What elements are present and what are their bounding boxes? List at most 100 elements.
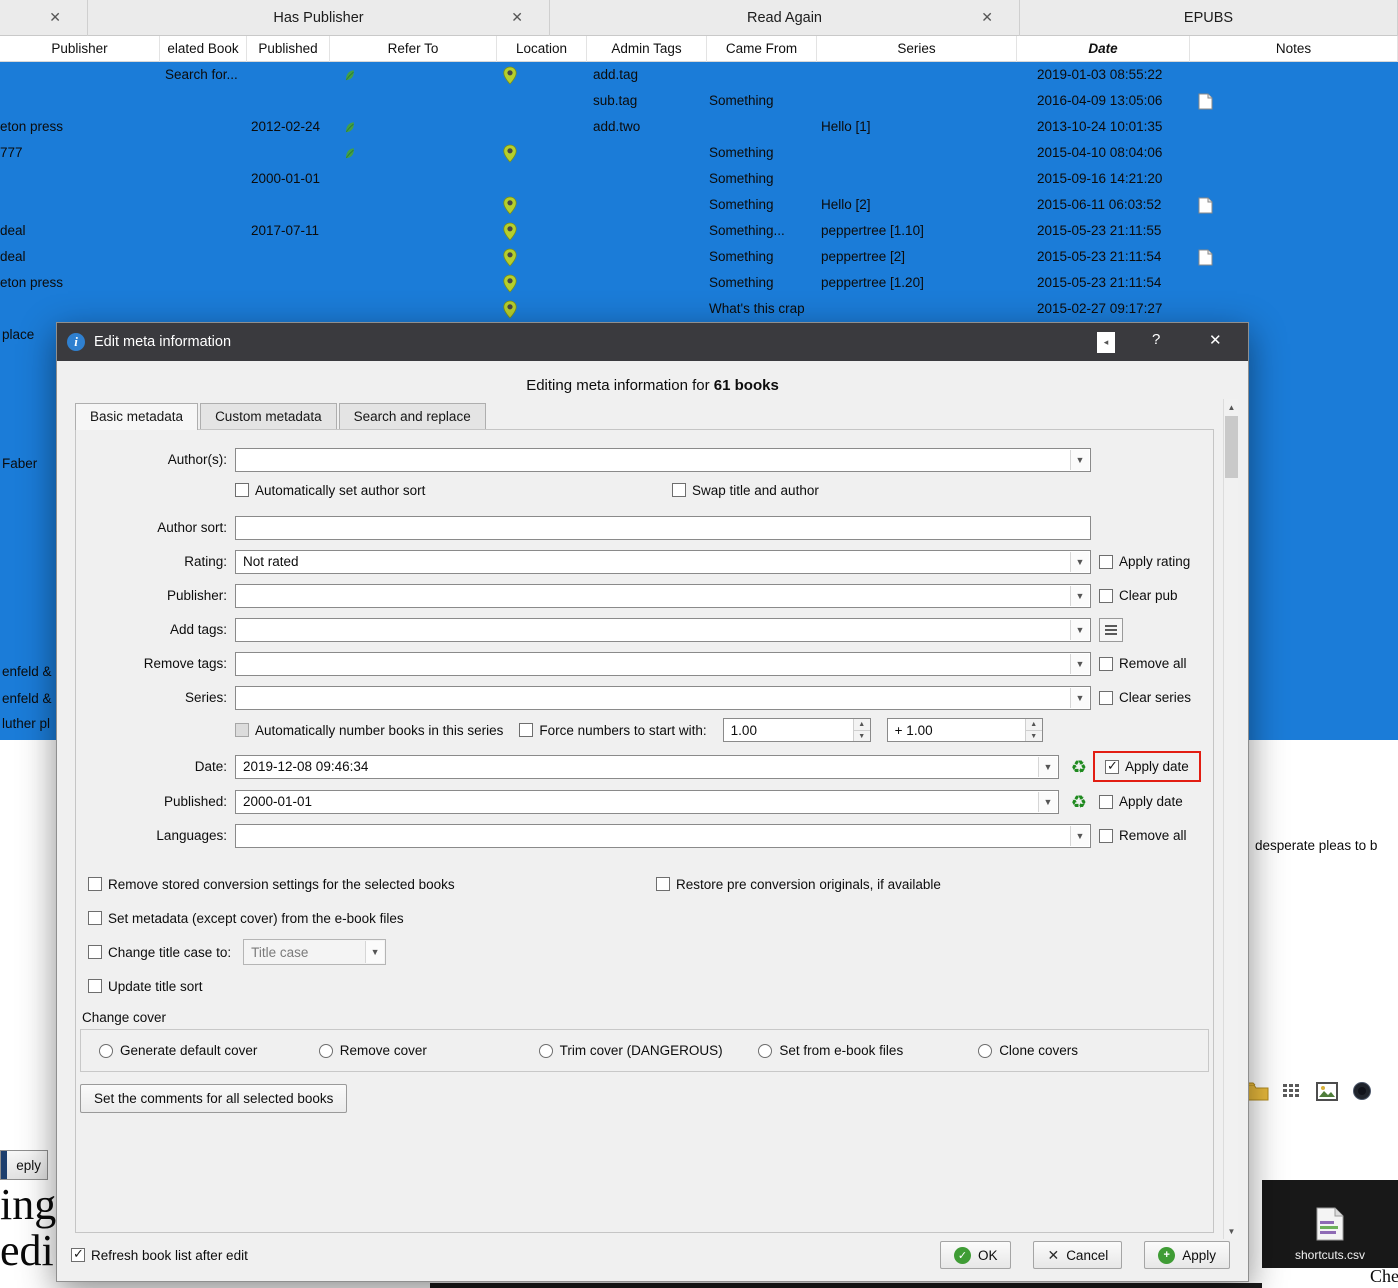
generate-default-cover-radio[interactable]: Generate default cover — [99, 1043, 319, 1058]
cancel-button[interactable]: ✕ Cancel — [1033, 1241, 1123, 1269]
change-cover-group: Generate default cover Remove cover Trim… — [80, 1029, 1209, 1072]
tab-basic-metadata[interactable]: Basic metadata — [75, 403, 199, 430]
table-row[interactable]: sub.tag Something 2016-04-09 13:05:06 — [0, 88, 1398, 114]
add-tags-combo[interactable]: ▼ — [235, 617, 1091, 642]
cell-related — [160, 166, 247, 192]
chevron-down-icon[interactable]: ▼ — [1070, 653, 1089, 674]
picture-icon[interactable] — [1314, 1078, 1340, 1104]
authors-combo[interactable]: ▼ — [235, 447, 1091, 472]
column-header-notes[interactable]: Notes — [1190, 36, 1398, 62]
scroll-up-icon[interactable]: ▲ — [1224, 399, 1239, 415]
remove-tags-combo[interactable]: ▼ — [235, 651, 1091, 676]
series-increment-spinbox[interactable]: + 1.00 ▲ ▼ — [886, 718, 1043, 743]
remove-all-languages-checkbox[interactable]: Remove all — [1099, 828, 1187, 843]
publisher-combo[interactable]: ▼ — [235, 583, 1091, 608]
series-start-spinbox[interactable]: 1.00 ▲ ▼ — [722, 718, 871, 743]
auto-number-checkbox[interactable]: Automatically number books in this serie… — [235, 723, 503, 738]
reset-published-button[interactable]: ♻ — [1067, 790, 1091, 814]
chevron-down-icon[interactable]: ▼ — [1070, 687, 1089, 708]
spin-up-icon[interactable]: ▲ — [853, 719, 870, 731]
record-circle-icon[interactable] — [1349, 1078, 1375, 1104]
rating-combo[interactable]: Not rated ▼ — [235, 549, 1091, 574]
tab-custom-metadata[interactable]: Custom metadata — [200, 403, 337, 429]
table-row[interactable]: deal Something peppertree [2] 2015-05-23 21… — [0, 244, 1398, 270]
author-sort-input[interactable] — [235, 515, 1091, 540]
remove-all-tags-checkbox[interactable]: Remove all — [1099, 656, 1187, 671]
chevron-down-icon[interactable]: ▼ — [1038, 756, 1057, 777]
date-combo[interactable]: 2019-12-08 09:46:34 ▼ — [235, 754, 1059, 779]
spin-arrows[interactable]: ▲ ▼ — [852, 719, 870, 742]
spin-down-icon[interactable]: ▼ — [853, 730, 870, 742]
trim-cover-radio[interactable]: Trim cover (DANGEROUS) — [538, 1043, 759, 1058]
clear-pub-checkbox[interactable]: Clear pub — [1099, 588, 1178, 603]
close-icon[interactable]: ✕ — [1209, 331, 1222, 349]
reset-date-button[interactable]: ♻ — [1067, 755, 1091, 779]
column-header-publisher[interactable]: Publisher — [0, 36, 160, 62]
series-combo[interactable]: ▼ — [235, 685, 1091, 710]
apply-button[interactable]: + Apply — [1144, 1241, 1230, 1269]
chevron-down-icon[interactable]: ▼ — [1070, 551, 1089, 572]
table-row[interactable]: Something Hello [2] 2015-06-11 06:03:52 — [0, 192, 1398, 218]
chevron-down-icon[interactable]: ▼ — [365, 941, 385, 963]
column-header-elated-book[interactable]: elated Book — [160, 36, 247, 62]
spin-arrows[interactable]: ▲ ▼ — [1024, 719, 1042, 742]
csv-file-icon[interactable] — [1315, 1207, 1345, 1244]
table-row[interactable]: eton press 2012-02-24 add.two Hello [1] 2013… — [0, 114, 1398, 140]
apply-rating-checkbox[interactable]: Apply rating — [1099, 554, 1190, 569]
tab-search-and-replace[interactable]: Search and replace — [338, 403, 486, 429]
column-header-series[interactable]: Series — [817, 36, 1017, 62]
close-icon[interactable]: ✕ — [511, 9, 523, 26]
close-icon[interactable]: ✕ — [49, 9, 61, 26]
spin-up-icon[interactable]: ▲ — [1025, 719, 1042, 731]
dialog-scrollbar[interactable]: ▲ ▼ — [1223, 399, 1238, 1239]
table-row[interactable]: 2000-01-01 Something 2015-09-16 14:21:20 — [0, 166, 1398, 192]
chevron-down-icon[interactable]: ▼ — [1070, 585, 1089, 606]
clear-series-checkbox[interactable]: Clear series — [1099, 690, 1191, 705]
change-title-case-checkbox[interactable]: Change title case to: — [88, 945, 231, 960]
desktop-file-label[interactable]: shortcuts.csv — [1295, 1248, 1365, 1262]
remove-cover-radio[interactable]: Remove cover — [318, 1043, 539, 1058]
tags-editor-button[interactable] — [1099, 617, 1123, 642]
refresh-book-list-checkbox[interactable]: Refresh book list after edit — [71, 1246, 248, 1263]
chevron-down-icon[interactable]: ▼ — [1070, 449, 1089, 470]
apply-date-checkbox[interactable]: Apply date — [1105, 758, 1189, 774]
apply-published-checkbox[interactable]: Apply date — [1099, 794, 1183, 809]
force-numbers-checkbox[interactable]: Force numbers to start with: — [519, 723, 707, 738]
scrollbar-thumb[interactable] — [1225, 416, 1238, 478]
table-row[interactable]: 777 Something 2015-04-10 08:04:06 — [0, 140, 1398, 166]
column-header-location[interactable]: Location — [497, 36, 587, 62]
set-metadata-checkbox[interactable]: Set metadata (except cover) from the e-b… — [88, 911, 404, 926]
ok-button[interactable]: ✓ OK — [939, 1241, 1012, 1269]
reply-button[interactable]: eply — [0, 1150, 48, 1180]
chevron-down-icon[interactable]: ▼ — [1070, 619, 1089, 640]
column-header-published[interactable]: Published — [247, 36, 330, 62]
table-row[interactable]: eton press Something peppertree [1.20] 2015… — [0, 270, 1398, 296]
grid-icon[interactable] — [1279, 1078, 1305, 1104]
scroll-down-icon[interactable]: ▼ — [1224, 1223, 1239, 1239]
set-from-ebook-radio[interactable]: Set from e-book files — [758, 1043, 978, 1058]
swap-title-author-checkbox[interactable]: Swap title and author — [672, 483, 1213, 498]
column-header-date[interactable]: Date — [1017, 36, 1190, 62]
help-button[interactable]: ? — [1152, 331, 1160, 348]
remove-conversion-checkbox[interactable]: Remove stored conversion settings for th… — [88, 877, 656, 892]
published-combo[interactable]: 2000-01-01 ▼ — [235, 789, 1059, 814]
chevron-down-icon[interactable]: ▼ — [1038, 791, 1057, 812]
close-icon[interactable]: ✕ — [981, 9, 993, 26]
chevron-down-icon[interactable]: ▼ — [1070, 825, 1089, 846]
table-row[interactable]: Search for... add.tag 2019-01-03 08:55:22 — [0, 62, 1398, 88]
column-header-came-from[interactable]: Came From — [707, 36, 817, 62]
table-row[interactable]: deal 2017-07-11 Something... peppertree [1.… — [0, 218, 1398, 244]
clone-covers-radio[interactable]: Clone covers — [978, 1043, 1198, 1058]
cell-refer — [330, 166, 497, 192]
restore-originals-checkbox[interactable]: Restore pre conversion originals, if ava… — [656, 877, 1213, 892]
dialog-titlebar[interactable]: i Edit meta information ◂ ? ✕ — [57, 323, 1248, 361]
title-case-combo[interactable]: Title case ▼ — [243, 939, 387, 965]
set-comments-button[interactable]: Set the comments for all selected books — [80, 1084, 348, 1113]
languages-combo[interactable]: ▼ — [235, 823, 1091, 848]
auto-author-sort-checkbox[interactable]: Automatically set author sort — [235, 483, 672, 498]
spin-down-icon[interactable]: ▼ — [1025, 730, 1042, 742]
column-header-refer-to[interactable]: Refer To — [330, 36, 497, 62]
column-header-admin-tags[interactable]: Admin Tags — [587, 36, 707, 62]
update-title-sort-checkbox[interactable]: Update title sort — [88, 979, 203, 994]
table-row[interactable]: What's this crap 2015-02-27 09:17:27 — [0, 296, 1398, 322]
